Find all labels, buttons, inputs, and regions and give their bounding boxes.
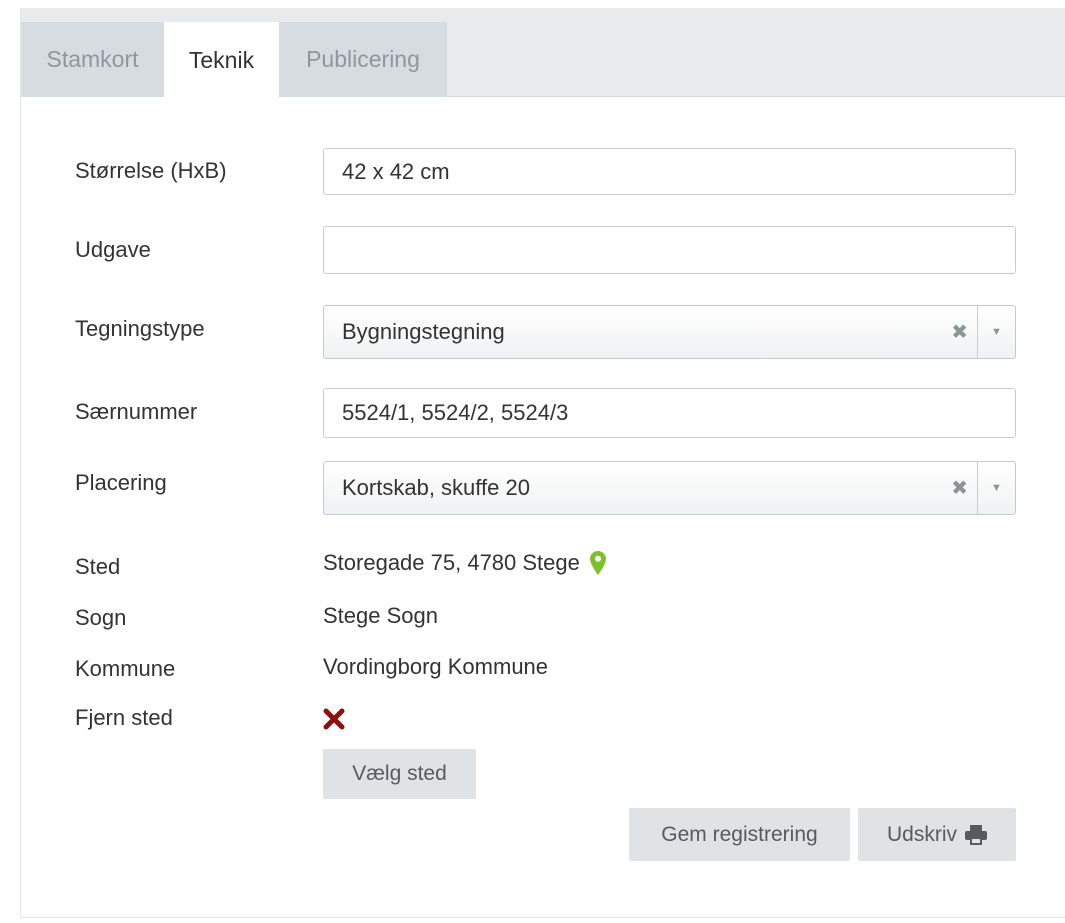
parish-value: Stege Sogn: [323, 603, 438, 628]
placement-label: Placering: [75, 470, 167, 495]
place-value-row: Storegade 75, 4780 Stege: [323, 550, 606, 576]
edition-label: Udgave: [75, 237, 151, 262]
save-registration-button[interactable]: Gem registrering: [629, 808, 850, 861]
remove-place-label: Fjern sted: [75, 705, 173, 730]
size-label: Størrelse (HxB): [75, 158, 227, 183]
placement-select[interactable]: Kortskab, skuffe 20 ✖ ▼: [323, 461, 1016, 515]
save-registration-label: Gem registrering: [661, 822, 818, 846]
parish-label: Sogn: [75, 605, 127, 630]
place-label: Sted: [75, 554, 121, 579]
chevron-down-icon[interactable]: ▼: [978, 462, 1015, 514]
municipality-label: Kommune: [75, 656, 176, 681]
tab-bar: Stamkort Teknik Publicering: [21, 8, 1065, 98]
placement-value: Kortskab, skuffe 20: [342, 475, 530, 500]
choose-place-label: Vælg sted: [352, 762, 447, 785]
map-pin-icon[interactable]: [589, 551, 606, 575]
special-number-value: 5524/1, 5524/2, 5524/3: [342, 400, 569, 425]
choose-place-button[interactable]: Vælg sted: [323, 749, 476, 799]
chevron-down-icon[interactable]: ▼: [978, 306, 1015, 358]
special-number-input[interactable]: 5524/1, 5524/2, 5524/3: [323, 388, 1016, 438]
remove-x-icon[interactable]: [323, 708, 345, 730]
clear-icon[interactable]: ✖: [951, 320, 968, 345]
clear-icon[interactable]: ✖: [951, 476, 968, 501]
place-value: Storegade 75, 4780 Stege: [323, 550, 580, 575]
record-panel: Stamkort Teknik Publicering Størrelse (H…: [20, 8, 1065, 918]
drawing-type-value: Bygningstegning: [342, 319, 505, 344]
size-input[interactable]: 42 x 42 cm: [323, 148, 1016, 195]
print-button[interactable]: Udskriv: [858, 808, 1016, 861]
tab-teknik[interactable]: Teknik: [164, 22, 279, 98]
edition-input[interactable]: [323, 226, 1016, 274]
tab-stamkort[interactable]: Stamkort: [21, 22, 164, 97]
municipality-value: Vordingborg Kommune: [323, 654, 549, 679]
drawing-type-select[interactable]: Bygningstegning ✖ ▼: [323, 305, 1016, 359]
printer-icon: [965, 824, 987, 845]
size-value: 42 x 42 cm: [342, 158, 450, 184]
drawing-type-label: Tegningstype: [75, 316, 205, 341]
print-label: Udskriv: [886, 822, 957, 846]
tab-publicering[interactable]: Publicering: [279, 22, 447, 97]
special-number-label: Særnummer: [75, 399, 198, 424]
